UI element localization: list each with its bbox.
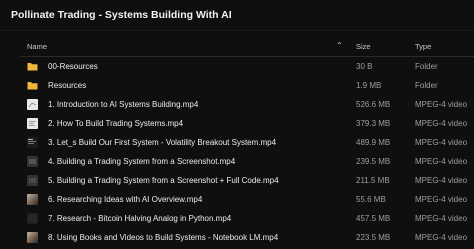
- file-type: MPEG-4 video: [415, 195, 468, 204]
- list-item[interactable]: 6. Researching Ideas with AI Overview.mp…: [0, 190, 474, 209]
- page-title: Pollinate Trading - Systems Building Wit…: [11, 9, 232, 21]
- video-thumbnail-icon: [27, 99, 38, 110]
- file-size: 223.5 MB: [356, 233, 391, 242]
- list-item[interactable]: 4. Building a Trading System from a Scre…: [0, 152, 474, 171]
- folder-icon: [27, 61, 38, 72]
- file-type: Folder: [415, 62, 438, 71]
- file-name: 6. Researching Ideas with AI Overview.mp…: [48, 195, 203, 204]
- file-size: 211.5 MB: [356, 176, 390, 185]
- file-type: MPEG-4 video: [415, 233, 468, 242]
- file-type: MPEG-4 video: [415, 214, 468, 223]
- file-size: 30 B: [356, 62, 373, 71]
- column-header-type[interactable]: Type: [415, 42, 431, 51]
- video-thumbnail-icon: [27, 156, 38, 167]
- file-type: Folder: [415, 81, 438, 90]
- sort-ascending-icon[interactable]: ⌃: [336, 41, 343, 50]
- file-type: MPEG-4 video: [415, 138, 468, 147]
- video-thumbnail-icon: [27, 175, 38, 186]
- file-name: Resources: [48, 81, 87, 90]
- file-name: 2. How To Build Trading Systems.mp4: [48, 119, 184, 128]
- file-name: 1. Introduction to AI Systems Building.m…: [48, 100, 199, 109]
- file-size: 489.9 MB: [356, 138, 391, 147]
- file-name: 3. Let_s Build Our First System - Volati…: [48, 138, 277, 147]
- file-type: MPEG-4 video: [415, 100, 468, 109]
- file-size: 239.5 MB: [356, 157, 391, 166]
- file-type: MPEG-4 video: [415, 176, 468, 185]
- list-item[interactable]: 1. Introduction to AI Systems Building.m…: [0, 95, 474, 114]
- column-header-size[interactable]: Size: [356, 42, 371, 51]
- list-item[interactable]: 7. Research - Bitcoin Halving Analog in …: [0, 209, 474, 228]
- video-thumbnail-icon: [27, 232, 38, 243]
- video-thumbnail-icon: [27, 213, 38, 224]
- list-item[interactable]: 00-Resources 30 B Folder: [0, 57, 474, 76]
- folder-icon: [27, 80, 38, 91]
- column-header-name[interactable]: Name: [27, 42, 47, 51]
- list-item[interactable]: 5. Building a Trading System from a Scre…: [0, 171, 474, 190]
- file-name: 7. Research - Bitcoin Halving Analog in …: [48, 214, 232, 223]
- video-thumbnail-icon: [27, 194, 38, 205]
- column-header-row: Name ⌃ Size Type: [0, 38, 474, 55]
- list-item[interactable]: 3. Let_s Build Our First System - Volati…: [0, 133, 474, 152]
- file-size: 379.3 MB: [356, 119, 391, 128]
- file-size: 1.9 MB: [356, 81, 382, 90]
- divider: [0, 30, 474, 31]
- file-list: 00-Resources 30 B Folder Resources 1.9 M…: [0, 57, 474, 247]
- file-size: 55.6 MB: [356, 195, 386, 204]
- file-type: MPEG-4 video: [415, 157, 468, 166]
- file-size: 457.5 MB: [356, 214, 391, 223]
- file-name: 5. Building a Trading System from a Scre…: [48, 176, 279, 185]
- video-thumbnail-icon: [27, 137, 38, 148]
- file-size: 526.6 MB: [356, 100, 391, 109]
- list-item[interactable]: 2. How To Build Trading Systems.mp4 379.…: [0, 114, 474, 133]
- file-name: 00-Resources: [48, 62, 98, 71]
- video-thumbnail-icon: [27, 118, 38, 129]
- file-name: 4. Building a Trading System from a Scre…: [48, 157, 236, 166]
- list-item[interactable]: Resources 1.9 MB Folder: [0, 76, 474, 95]
- list-item[interactable]: 8. Using Books and Videos to Build Syste…: [0, 228, 474, 247]
- file-name: 8. Using Books and Videos to Build Syste…: [48, 233, 279, 242]
- file-type: MPEG-4 video: [415, 119, 468, 128]
